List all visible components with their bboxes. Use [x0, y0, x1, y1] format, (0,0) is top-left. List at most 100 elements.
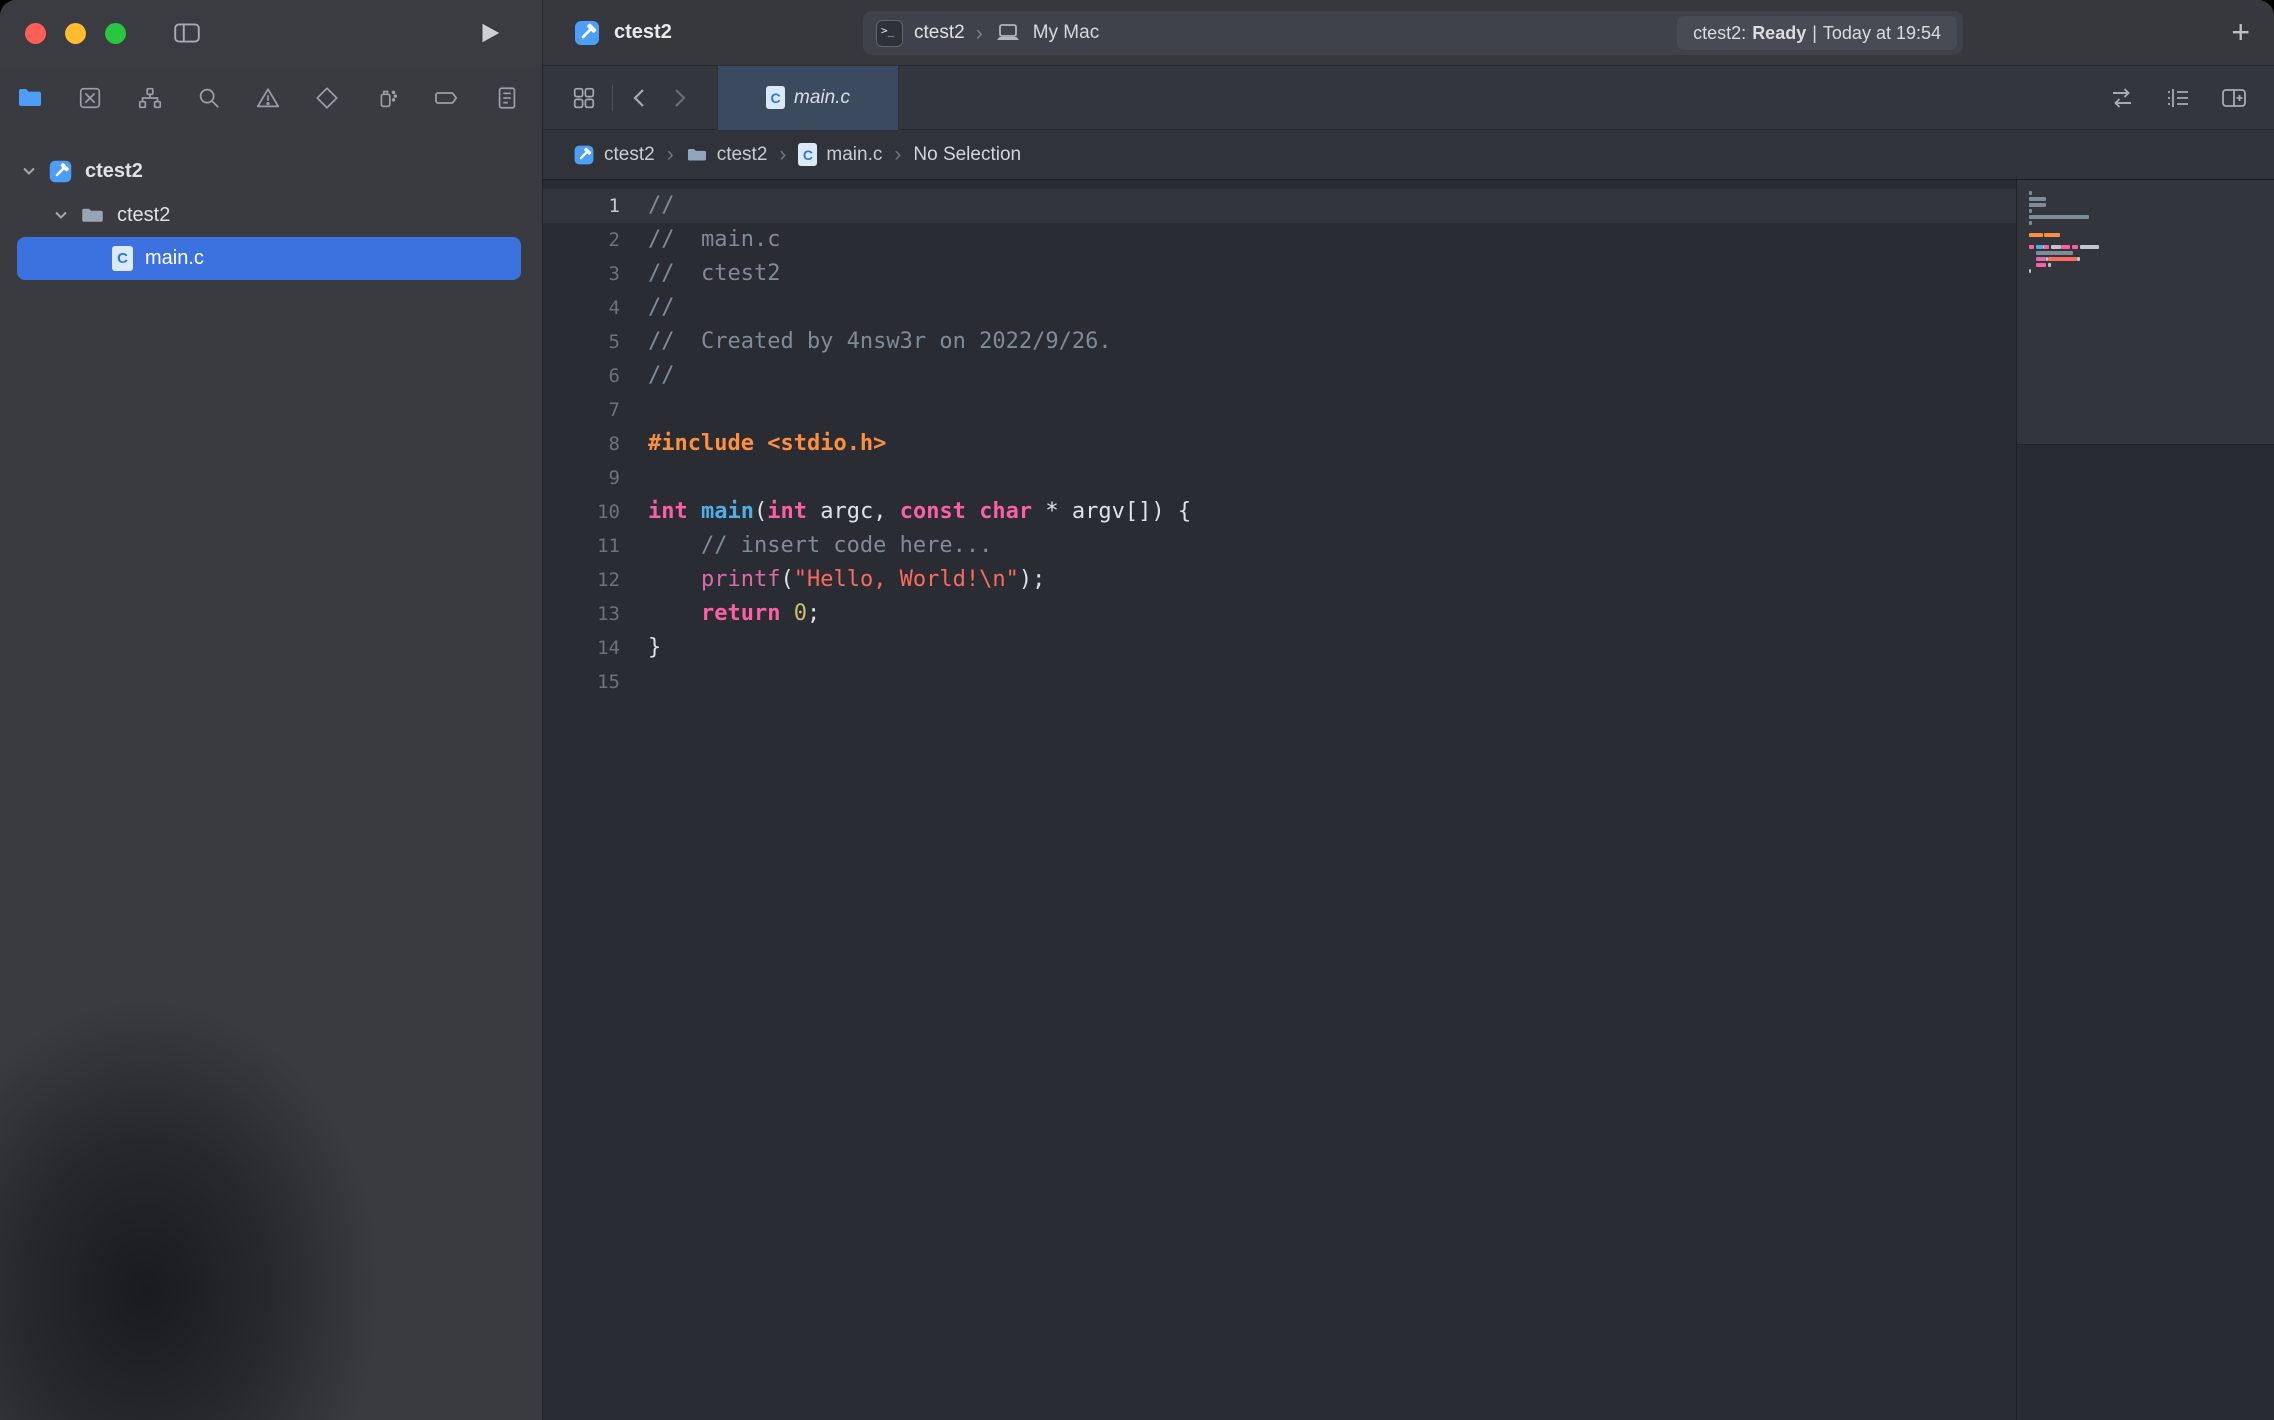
code-line-12[interactable]: 12 printf("Hello, World!\n"); — [543, 563, 2016, 597]
symbol-navigator-button[interactable] — [137, 85, 163, 111]
code-review-button[interactable] — [2108, 84, 2136, 112]
scheme-target-button[interactable]: >_ ctest2 — [876, 20, 965, 47]
minimize-button[interactable] — [65, 23, 86, 44]
jump-bar: ctest2 › ctest2 › C main.c › No Selectio… — [543, 130, 2274, 180]
group-label: ctest2 — [117, 204, 170, 227]
debug-navigator-button[interactable] — [374, 85, 400, 111]
disclosure-chevron-icon[interactable] — [20, 162, 38, 180]
navigator-bar — [0, 66, 542, 130]
c-file-icon: C — [766, 86, 785, 109]
xcode-project-icon — [573, 144, 595, 166]
report-doc-icon — [494, 85, 520, 111]
code-line-2[interactable]: 2 // main.c — [543, 223, 2016, 257]
issue-navigator-button[interactable] — [255, 85, 281, 111]
navigator-sidebar: ctest2 ctest2 C main.c — [0, 0, 543, 1420]
editor-options-icon — [2164, 84, 2192, 112]
code-editor[interactable]: 1//2 // main.c 3// ctest24//5// Created by… — [543, 180, 2016, 1420]
chevron-right-icon: › — [976, 23, 983, 44]
code-line-15[interactable]: 15 — [543, 665, 2016, 699]
code-line-11[interactable]: 11 // insert code here... — [543, 529, 2016, 563]
find-navigator-button[interactable] — [196, 85, 222, 111]
grid-icon — [571, 85, 597, 111]
fullscreen-button[interactable] — [105, 23, 126, 44]
code-line-1[interactable]: 1// — [543, 189, 2016, 223]
status-divider: | — [1812, 23, 1817, 44]
jumpbar-project[interactable]: ctest2 — [573, 144, 655, 166]
code-lines: 1//2 // main.c 3// ctest24//5// Created by… — [543, 189, 2016, 699]
tab-main-c[interactable]: C main.c — [717, 66, 899, 130]
source-control-navigator-button[interactable] — [77, 85, 103, 111]
code-text: #include <stdio.h> — [648, 431, 886, 456]
status-state: Ready — [1752, 23, 1806, 44]
breakpoint-navigator-button[interactable] — [433, 84, 461, 112]
activity-status[interactable]: ctest2: Ready | Today at 19:54 — [1677, 16, 1957, 50]
line-number[interactable]: 14 — [543, 631, 620, 665]
code-text: return 0; — [648, 601, 820, 626]
project-navigator-button[interactable] — [16, 84, 44, 112]
tree-row-group[interactable]: ctest2 — [0, 193, 542, 237]
jumpbar-selection-label: No Selection — [913, 144, 1021, 166]
line-number[interactable]: 12 — [543, 563, 620, 597]
tree-row-project[interactable]: ctest2 — [0, 149, 542, 193]
chevron-right-icon: › — [892, 143, 903, 167]
line-number[interactable]: 7 — [543, 393, 620, 427]
code-line-9[interactable]: 9 — [543, 461, 2016, 495]
code-line-8[interactable]: 8 #include <stdio.h> — [543, 427, 2016, 461]
chevron-right-icon: › — [777, 143, 788, 167]
go-back-button[interactable] — [628, 86, 652, 110]
scheme-destination-button[interactable]: My Mac — [994, 21, 1100, 45]
line-number[interactable]: 11 — [543, 529, 620, 563]
file-tree: ctest2 ctest2 C main.c — [0, 130, 542, 280]
line-number[interactable]: 3 — [543, 257, 620, 291]
jumpbar-group-label: ctest2 — [717, 144, 768, 166]
jumpbar-file-label: main.c — [826, 144, 882, 166]
line-number[interactable]: 5 — [543, 325, 620, 359]
code-line-3[interactable]: 3// ctest2 — [543, 257, 2016, 291]
line-number[interactable]: 6 — [543, 359, 620, 393]
code-line-5[interactable]: 5// Created by 4nsw3r on 2022/9/26. — [543, 325, 2016, 359]
code-line-14[interactable]: 14} — [543, 631, 2016, 665]
terminal-icon: >_ — [876, 20, 903, 47]
line-number[interactable]: 13 — [543, 597, 620, 631]
line-number[interactable]: 4 — [543, 291, 620, 325]
line-number[interactable]: 9 — [543, 461, 620, 495]
jumpbar-file[interactable]: C main.c — [798, 143, 882, 166]
diamond-icon — [314, 85, 340, 111]
c-file-icon: C — [798, 143, 817, 166]
line-number[interactable]: 15 — [543, 665, 620, 699]
add-editor-button[interactable] — [2220, 84, 2248, 112]
xcode-project-icon — [48, 159, 73, 184]
show-all-tabs-button[interactable] — [571, 85, 597, 111]
code-text: // main.c — [648, 227, 780, 252]
tab-bar: C main.c — [543, 66, 2274, 130]
code-line-4[interactable]: 4// — [543, 291, 2016, 325]
c-badge-letter: C — [803, 147, 813, 163]
jumpbar-selection[interactable]: No Selection — [913, 144, 1021, 166]
disclosure-chevron-icon[interactable] — [52, 206, 70, 224]
editor-options-button[interactable] — [2164, 84, 2192, 112]
swap-arrows-icon — [2108, 84, 2136, 112]
code-line-7[interactable]: 7 — [543, 393, 2016, 427]
line-number[interactable]: 2 — [543, 223, 620, 257]
library-add-button[interactable]: + — [2231, 0, 2250, 65]
tree-row-file-selected[interactable]: C main.c — [17, 237, 521, 280]
c-file-icon: C — [112, 246, 133, 271]
code-line-10[interactable]: 10 int main(int argc, const char * argv[]… — [543, 495, 2016, 529]
square-x-icon — [77, 85, 103, 111]
close-button[interactable] — [25, 23, 46, 44]
report-navigator-button[interactable] — [494, 85, 520, 111]
code-text: int main(int argc, const char * argv[]) … — [648, 499, 1191, 524]
toggle-sidebar-button[interactable] — [172, 18, 202, 48]
code-line-6[interactable]: 6// — [543, 359, 2016, 393]
line-number[interactable]: 10 — [543, 495, 620, 529]
line-number[interactable]: 1 — [543, 189, 620, 223]
minimap[interactable] — [2016, 180, 2274, 1420]
code-line-13[interactable]: 13 return 0; — [543, 597, 2016, 631]
sidebar-icon — [172, 18, 202, 48]
run-button[interactable] — [476, 20, 502, 46]
line-number[interactable]: 8 — [543, 427, 620, 461]
xcode-window: ctest2 ctest2 C main.c — [0, 0, 2274, 1420]
go-forward-button[interactable] — [667, 86, 691, 110]
test-navigator-button[interactable] — [314, 85, 340, 111]
jumpbar-group[interactable]: ctest2 — [686, 144, 768, 166]
